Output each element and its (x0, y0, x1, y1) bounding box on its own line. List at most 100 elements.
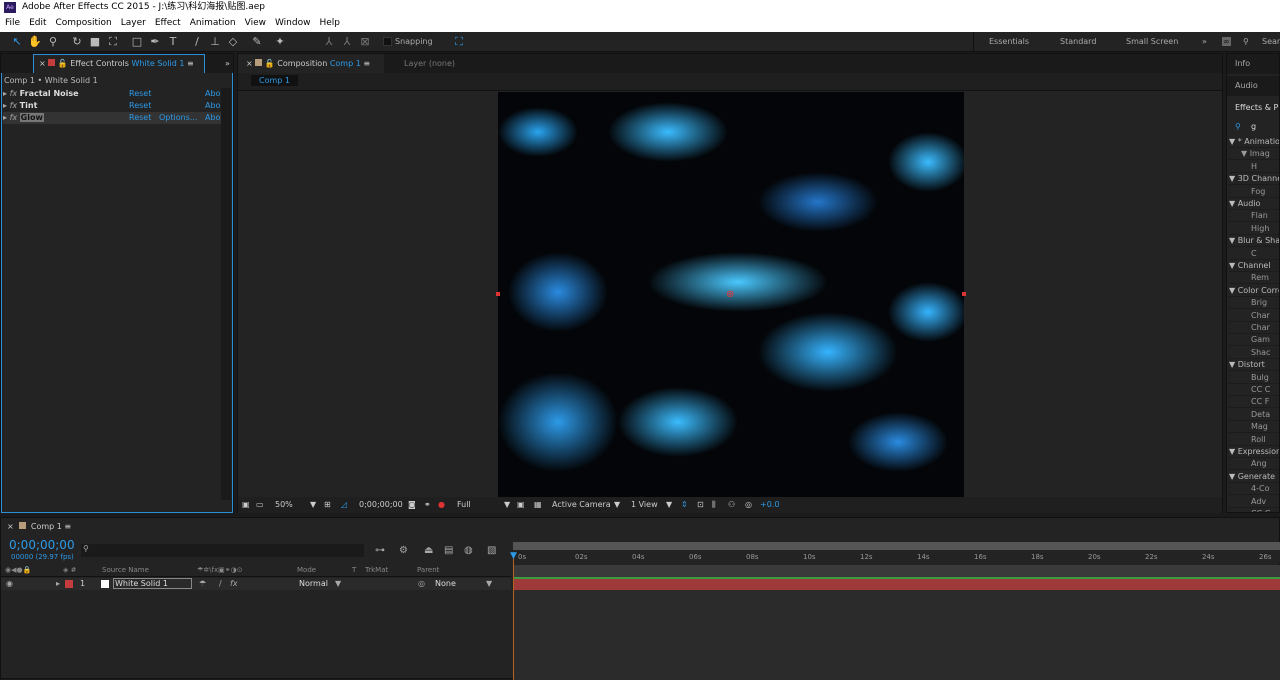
timeline-icon[interactable]: ⫼ (712, 497, 716, 513)
camera-dropdown[interactable]: Active Camera (552, 497, 611, 513)
mode-header[interactable]: Mode (297, 566, 316, 574)
effects-tree-item[interactable]: Mag (1229, 421, 1279, 434)
parent-pickwhip-icon[interactable]: ◎ (418, 578, 425, 590)
draft-3d-icon[interactable]: ⚙ (399, 545, 408, 556)
layer-name[interactable]: White Solid 1 (113, 578, 192, 589)
current-time-display[interactable]: 0;00;00;00 (359, 497, 403, 513)
reset-button[interactable]: Reset (129, 100, 151, 112)
effects-tree-item[interactable]: ▼ Imag (1229, 148, 1279, 161)
menu-animation[interactable]: Animation (190, 15, 236, 32)
zoom-tool-icon[interactable]: ⚲ (46, 35, 60, 49)
menu-effect[interactable]: Effect (155, 15, 181, 32)
info-panel-tab[interactable]: Info (1235, 59, 1250, 68)
more-workspaces-icon[interactable]: » (1202, 37, 1207, 46)
about-link[interactable]: Abo (205, 88, 220, 100)
rectangle-tool-icon[interactable]: □ (130, 35, 144, 49)
effects-tree-item[interactable]: C (1229, 248, 1279, 260)
effects-tree-item[interactable]: Flan (1229, 210, 1279, 223)
menu-help[interactable]: Help (319, 15, 340, 32)
shy-switch-icon[interactable]: ☂ (199, 578, 206, 590)
search-help-label[interactable]: Search (1262, 37, 1280, 46)
about-link[interactable]: Abo (205, 100, 220, 112)
label-color-swatch[interactable] (65, 580, 73, 588)
chevron-down-icon[interactable]: ▼ (666, 497, 672, 513)
sync-icon[interactable]: ∞ (1222, 37, 1231, 46)
comp-flowchart-tab[interactable]: Comp 1 (251, 75, 298, 86)
chevron-down-icon[interactable]: ▼ (310, 497, 316, 513)
expand-arrow-icon[interactable]: ▸ (56, 578, 60, 590)
parent-dropdown[interactable]: None (435, 578, 456, 590)
resolution-dropdown[interactable]: Full (457, 497, 471, 513)
effects-search-input[interactable]: g (1251, 122, 1256, 131)
trkmat-header[interactable]: TrkMat (365, 566, 388, 574)
effects-tree-item[interactable]: High (1229, 223, 1279, 235)
menu-window[interactable]: Window (275, 15, 311, 32)
about-link[interactable]: Abo (205, 112, 220, 124)
timeline-search-input[interactable]: ⚲ (81, 544, 364, 557)
effects-tree-item[interactable]: Gam (1229, 334, 1279, 347)
flowchart-icon[interactable]: ⚇ (728, 497, 735, 513)
chevron-down-icon[interactable]: ▼ (614, 497, 620, 513)
effects-tree-item[interactable]: Adv (1229, 496, 1279, 508)
chevron-down-icon[interactable]: ▼ (504, 497, 510, 513)
effects-presets-tab[interactable]: Effects & Pre (1235, 103, 1279, 112)
effects-tree-item[interactable]: ▼ Generate (1229, 471, 1279, 483)
workspace-essentials[interactable]: Essentials (989, 37, 1029, 46)
layer-tab[interactable]: Layer (none) (398, 54, 461, 73)
composition-tab[interactable]: × 🔓 Composition Comp 1 ≡ (240, 54, 376, 73)
pan-behind-tool-icon[interactable]: ⛶ (106, 35, 120, 49)
safe-zones-icon[interactable]: ⊞ (324, 497, 331, 513)
eye-icon[interactable]: ◉ (6, 578, 13, 590)
region-of-interest-icon[interactable]: ▣ (517, 497, 525, 513)
effects-tree-item[interactable]: Ang (1229, 458, 1279, 471)
timeline-current-time[interactable]: 0;00;00;00 (9, 538, 75, 552)
effects-tree-item[interactable]: 4-Co (1229, 483, 1279, 496)
effects-tree-item[interactable]: CC F (1229, 396, 1279, 409)
audio-panel-tab[interactable]: Audio (1235, 81, 1258, 90)
work-area-bar[interactable] (513, 542, 1280, 550)
effects-tree-item[interactable]: CC C (1229, 384, 1279, 396)
effects-tree-item[interactable]: CC C (1229, 508, 1279, 512)
effect-controls-tab[interactable]: × 🔓 Effect Controls White Solid 1 ≡ (33, 54, 200, 73)
source-name-header[interactable]: Source Name (102, 566, 149, 574)
eraser-tool-icon[interactable]: ◇ (226, 35, 240, 49)
effects-tree-item[interactable]: Fog (1229, 186, 1279, 198)
effects-tree-item[interactable]: Bulg (1229, 372, 1279, 384)
effects-tree-item[interactable]: ▼ Blur & Sharp (1229, 235, 1279, 248)
effects-tree-item[interactable]: ▼ * Animation (1229, 136, 1279, 148)
blend-mode-dropdown[interactable]: Normal (299, 578, 328, 590)
puppet-pin-tool-icon[interactable]: ✦ (273, 35, 287, 49)
snap-icon[interactable]: ⛶ (452, 35, 466, 49)
view-layout-dropdown[interactable]: 1 View (631, 497, 658, 513)
world-axis-icon[interactable]: ⅄ (340, 35, 354, 49)
search-icon[interactable]: ⚲ (1243, 37, 1249, 46)
layer-row[interactable]: ◉ ▸ 1 White Solid 1 ☂ / fx Normal ▼ ◎ No… (1, 578, 511, 590)
shy-icon[interactable]: ⏏ (424, 545, 433, 556)
graph-editor-icon[interactable]: ▧ (487, 545, 496, 556)
scrollbar[interactable] (221, 88, 231, 500)
effects-tree-item[interactable]: H (1229, 161, 1279, 173)
quality-switch-icon[interactable]: / (219, 578, 222, 590)
effect-row-glow[interactable]: ▸ fx Glow Reset Options... Abo (3, 112, 221, 124)
time-ruler[interactable]: 0s 02s 04s 06s 08s 10s 12s 14s 16s 18s 20s 22s 24s 26… (513, 550, 1280, 564)
monitor-icon[interactable]: ▭ (256, 497, 264, 513)
effect-row-tint[interactable]: ▸ fx Tint Reset Abo (3, 100, 221, 112)
reset-button[interactable]: Reset (129, 112, 151, 124)
menu-edit[interactable]: Edit (29, 15, 46, 32)
effects-tree-item[interactable]: Char (1229, 322, 1279, 334)
mask-visibility-icon[interactable]: ◿ (341, 497, 347, 513)
selection-tool-icon[interactable]: ↖ (10, 35, 24, 49)
playhead-icon[interactable]: ▼ (510, 551, 517, 561)
anchor-point-icon[interactable]: ⊕ (726, 289, 734, 300)
menu-view[interactable]: View (245, 15, 266, 32)
snapshot-icon[interactable]: ◙ (408, 497, 416, 513)
effects-tree-item[interactable]: Roll (1229, 434, 1279, 446)
frame-blending-icon[interactable]: ▤ (444, 545, 453, 556)
reset-button[interactable]: Reset (129, 88, 151, 100)
workspace-standard[interactable]: Standard (1060, 37, 1096, 46)
effects-tree-item[interactable]: Brig (1229, 297, 1279, 310)
effect-switch-icon[interactable]: fx (230, 578, 238, 590)
comp-mini-flowchart-icon[interactable]: ⊶ (375, 545, 385, 556)
effects-tree-item[interactable]: Shac (1229, 347, 1279, 359)
motion-blur-icon[interactable]: ◍ (464, 545, 473, 556)
